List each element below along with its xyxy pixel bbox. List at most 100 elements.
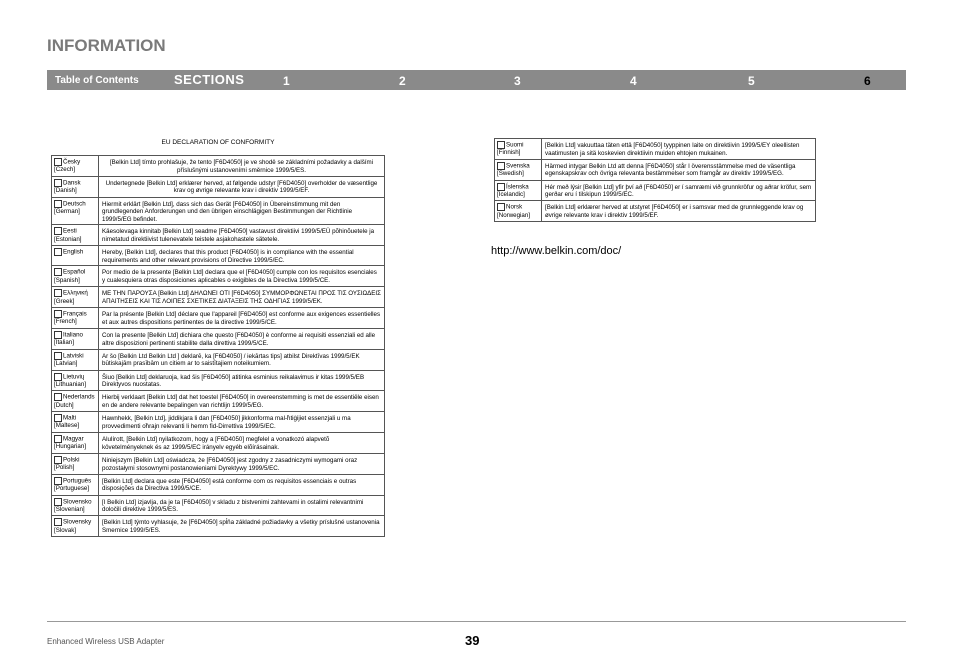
language-cell: Latviski [Latvian] (51, 348, 99, 371)
flag-icon (54, 199, 62, 208)
table-row: Eesti [Estonian] Käesolevaga kinnitab [Be… (51, 224, 385, 247)
declaration-heading: EU DECLARATION OF CONFORMITY (161, 139, 275, 146)
flag-icon (54, 476, 62, 485)
declaration-text: [Belkin Ltd] tímto prohlašuje, že tento … (98, 155, 385, 177)
table-row: Polski [Polish] Niniejszym [Belkin Ltd] o… (51, 452, 385, 475)
page-title: INFORMATION (47, 36, 166, 55)
table-row: Deutsch [German] Hiermit erklärt [Belkin … (51, 196, 385, 226)
section-5-link[interactable]: 5 (748, 74, 755, 88)
language-cell: Česky [Czech] (51, 155, 99, 177)
flag-icon (54, 414, 62, 423)
table-row: Italiano [Italian] Con la presente [Belki… (51, 327, 385, 350)
flag-icon (497, 141, 505, 149)
declaration-text: Hawnhekk, [Belkin Ltd], jiddikjara li da… (98, 411, 385, 434)
flag-icon (54, 289, 62, 298)
declaration-text: [Belkin Ltd] vakuuttaa täten että [F6D40… (541, 138, 816, 160)
flag-icon (54, 248, 62, 257)
declaration-text: Hér með lýsir [Belkin Ltd] yfir því að [… (541, 179, 816, 202)
section-2-link[interactable]: 2 (399, 74, 406, 88)
section-6-link[interactable]: 6 (864, 74, 871, 88)
language-cell: Svenska [Swedish] (494, 158, 542, 181)
table-row: Nederlands [Dutch] Hierbij verklaart [Bel… (51, 390, 385, 413)
language-cell: Eesti [Estonian] (51, 224, 99, 247)
table-of-contents-link[interactable]: Table of Contents (55, 75, 139, 86)
language-cell: English (51, 245, 99, 267)
flag-icon (54, 455, 62, 464)
table-row: Português [Portuguese] [Belkin Ltd] decla… (51, 473, 385, 496)
language-cell: Français [French] (51, 307, 99, 329)
declaration-text: [Belkin Ltd] declara que este [F6D4050] … (98, 473, 385, 496)
declaration-text: [Belkin Ltd] erklærer herved at utstyret… (541, 200, 816, 223)
language-cell: Magyar [Hungarian] (51, 432, 99, 454)
declaration-text: Hierbij verklaart [Belkin Ltd] dat het t… (98, 390, 385, 413)
language-cell: Deutsch [German] (51, 196, 99, 226)
declaration-text: ΜΕ ΤΗΝ ΠΑΡΟΥΣΑ [Belkin Ltd] ΔΗΛΩΝΕΙ ΟΤΙ … (98, 286, 385, 309)
declaration-text: Hereby, [Belkin Ltd], declares that this… (98, 245, 385, 267)
flag-icon (497, 182, 505, 191)
flag-icon (54, 158, 62, 166)
table-row: Slovensky [Slovak] [Belkin Ltd] týmto vyh… (51, 515, 385, 538)
footer-divider (47, 621, 906, 622)
language-cell: Italiano [Italian] (51, 327, 99, 350)
language-cell: Dansk [Danish] (51, 175, 99, 198)
flag-icon (54, 497, 62, 506)
flag-icon (497, 161, 505, 170)
page-number: 39 (465, 633, 480, 648)
declaration-text: Undertegnede [Belkin Ltd] erklærer herve… (98, 175, 385, 198)
declaration-text: Šiuo [Belkin Ltd] deklaruoja, kad šis [F… (98, 369, 385, 392)
language-cell: Slovensko [Slovenian] (51, 494, 99, 517)
declaration-text: [Belkin Ltd] týmto vyhlasuje, že [F6D405… (98, 515, 385, 538)
flag-icon (54, 372, 62, 381)
language-cell: Slovensky [Slovak] (51, 515, 99, 538)
language-cell: Suomi [Finnish] (494, 138, 542, 160)
table-row: Malti [Maltese] Hawnhekk, [Belkin Ltd], j… (51, 411, 385, 434)
table-row: Norsk [Norwegian] [Belkin Ltd] erklærer h… (494, 200, 816, 223)
flag-icon (54, 330, 62, 339)
flag-icon (54, 393, 62, 402)
table-row: Íslenska [Icelandic] Hér með lýsir [Belki… (494, 179, 816, 202)
language-cell: Português [Portuguese] (51, 473, 99, 496)
declaration-text: [I Belkin Ltd] izjavlja, da je ta [F6D40… (98, 494, 385, 517)
declaration-text: Con la presente [Belkin Ltd] dichiara ch… (98, 327, 385, 350)
table-row: Magyar [Hungarian] Alulírott, [Belkin Ltd… (51, 432, 385, 454)
language-cell: Lietuvių [Lithuanian] (51, 369, 99, 392)
declaration-text: Härmed intygar Belkin Ltd att denna [F6D… (541, 158, 816, 181)
declaration-text: Alulírott, [Belkin Ltd] nyilatkozom, hog… (98, 432, 385, 454)
table-row: Ελληνική [Greek] ΜΕ ΤΗΝ ΠΑΡΟΥΣΑ [Belkin L… (51, 286, 385, 309)
flag-icon (54, 178, 62, 187)
declaration-text: Por medio de la presente [Belkin Ltd] de… (98, 265, 385, 288)
flag-icon (54, 227, 62, 236)
declaration-text: Hiermit erklärt [Belkin Ltd], dass sich … (98, 196, 385, 226)
section-1-link[interactable]: 1 (283, 74, 290, 88)
language-label: English (63, 248, 84, 256)
table-row: Latviski [Latvian] Ar šo [Belkin Ltd Belk… (51, 348, 385, 371)
table-row: Español [Spanish] Por medio de la present… (51, 265, 385, 288)
table-row: Slovensko [Slovenian] [I Belkin Ltd] izja… (51, 494, 385, 517)
declaration-text: Ar šo [Belkin Ltd Belkin Ltd ] deklarē, … (98, 348, 385, 371)
section-4-link[interactable]: 4 (630, 74, 637, 88)
table-row: Svenska [Swedish] Härmed intygar Belkin L… (494, 158, 816, 181)
flag-icon (497, 203, 505, 212)
flag-icon (54, 518, 62, 527)
language-cell: Íslenska [Icelandic] (494, 179, 542, 202)
table-row: Česky [Czech] [Belkin Ltd] tímto prohlašu… (51, 155, 385, 177)
declaration-table-left: Česky [Czech] [Belkin Ltd] tímto prohlašu… (51, 155, 385, 538)
table-row: English Hereby, [Belkin Ltd], declares th… (51, 245, 385, 267)
section-nav-bar: Table of Contents SECTIONS 1 2 3 4 5 6 (47, 70, 906, 90)
language-cell: Español [Spanish] (51, 265, 99, 288)
language-cell: Ελληνική [Greek] (51, 286, 99, 309)
sections-label: SECTIONS (174, 72, 245, 87)
declaration-text: Niniejszym [Belkin Ltd] oświadcza, że [F… (98, 452, 385, 475)
table-row: Français [French] Par la présente [Belkin… (51, 307, 385, 329)
language-cell: Norsk [Norwegian] (494, 200, 542, 223)
flag-icon (54, 268, 62, 277)
flag-icon (54, 351, 62, 360)
declaration-text: Käesolevaga kinnitab [Belkin Ltd] seadme… (98, 224, 385, 247)
language-cell: Malti [Maltese] (51, 411, 99, 434)
section-3-link[interactable]: 3 (514, 74, 521, 88)
table-row: Dansk [Danish] Undertegnede [Belkin Ltd] … (51, 175, 385, 198)
declaration-url-link[interactable]: http://www.belkin.com/doc/ (491, 245, 621, 257)
declaration-table-right: Suomi [Finnish] [Belkin Ltd] vakuuttaa tä… (494, 138, 816, 223)
language-cell: Nederlands [Dutch] (51, 390, 99, 413)
flag-icon (54, 435, 62, 444)
